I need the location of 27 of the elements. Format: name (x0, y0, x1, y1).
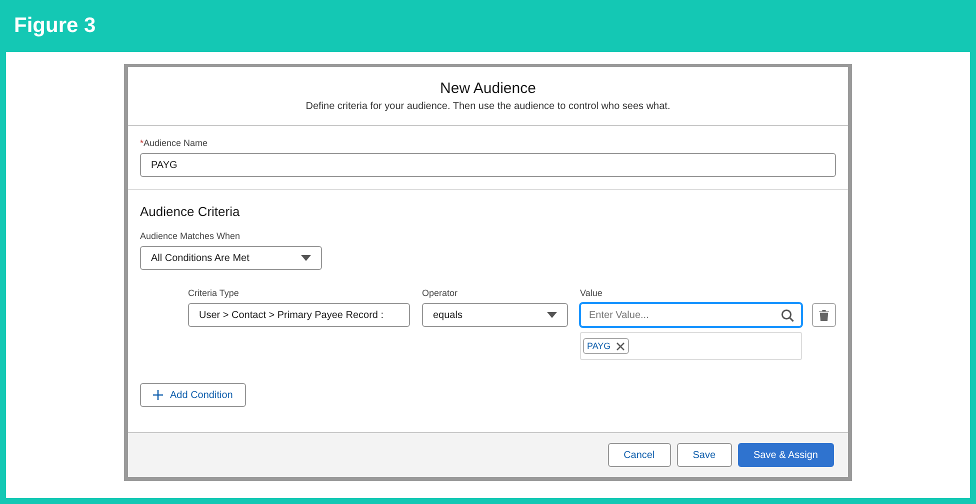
delete-button[interactable] (812, 303, 836, 327)
field-label: Audience Matches When (140, 231, 240, 241)
field-label: Operator (422, 288, 458, 298)
trash-icon (819, 310, 829, 320)
audience-name-field[interactable]: PAYG (140, 153, 836, 177)
modal-subtitle: Define criteria for your audience. Then use the audience to control who sees what. (306, 101, 670, 112)
section-heading: Audience Criteria (140, 204, 241, 219)
add-condition-button[interactable]: Add Condition (140, 383, 246, 407)
operator-select[interactable]: equals (422, 303, 568, 327)
field-label: Audience Name (144, 138, 208, 148)
remove-icon[interactable] (616, 342, 625, 350)
primary-button[interactable]: Save & Assign (738, 443, 834, 467)
caret-icon (547, 312, 557, 318)
field-label: Criteria Type (188, 288, 239, 298)
match-select[interactable]: All Conditions Are Met (140, 246, 322, 270)
criteria-type-field[interactable]: User > Contact > Primary Payee Record : (188, 303, 410, 327)
search-icon (781, 309, 794, 322)
field-label: Value (580, 288, 602, 298)
caret-icon (301, 255, 311, 261)
secondary-button[interactable]: Save (676, 443, 732, 467)
required-asterisk: * (140, 138, 144, 148)
plus-icon (153, 390, 163, 400)
pill-label: PAYG (587, 341, 611, 351)
modal-title: New Audience (440, 80, 536, 97)
secondary-button[interactable]: Cancel (608, 443, 671, 467)
figure-title: Figure 3 (14, 14, 96, 38)
value-search-field[interactable]: Enter Value... (580, 303, 802, 327)
